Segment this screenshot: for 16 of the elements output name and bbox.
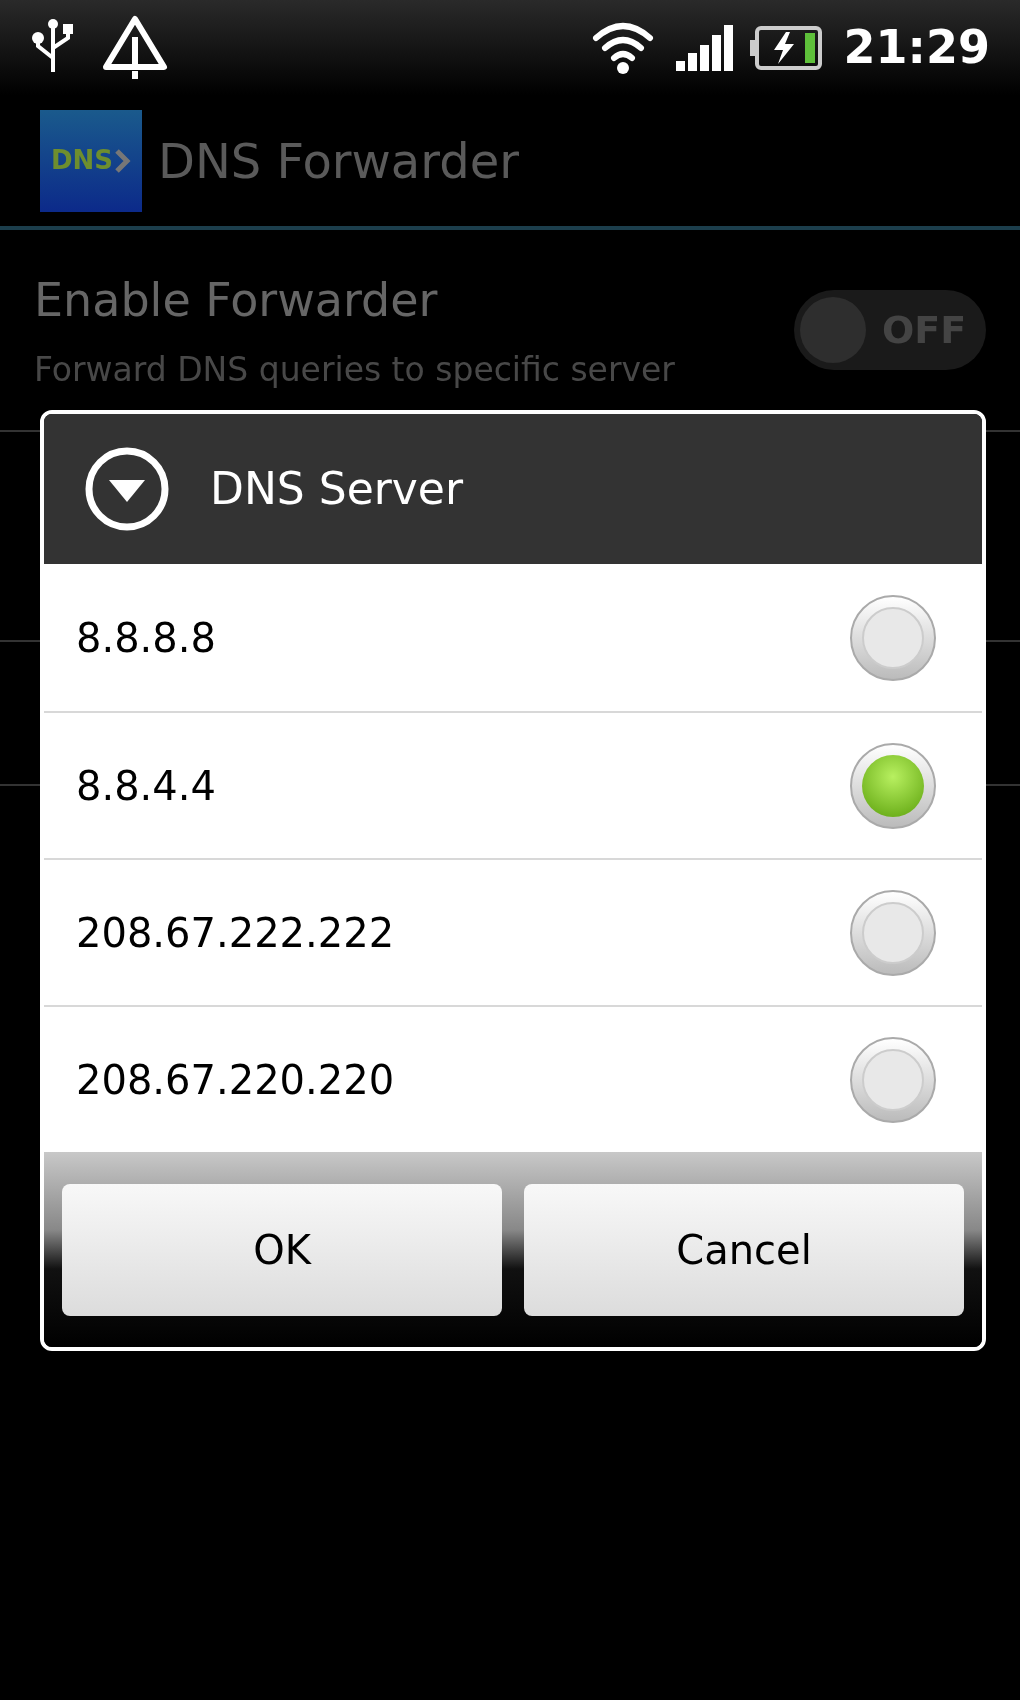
dropdown-icon <box>84 446 170 532</box>
setting-title: Enable Forwarder <box>34 271 439 329</box>
dialog-button[interactable]: OK <box>62 1183 502 1316</box>
dialog-button[interactable]: Cancel <box>524 1183 964 1316</box>
chevron-icon <box>115 148 132 173</box>
app-title: DNS Forwarder <box>158 131 519 191</box>
warning-icon <box>102 14 168 81</box>
setting-summary: Forward DNS queries to specific server <box>34 348 676 391</box>
app-logo: DNS <box>40 109 142 212</box>
dialog-title: DNS Server <box>210 462 463 516</box>
signal-icon <box>675 24 734 71</box>
server-option[interactable]: 8.8.8.8 <box>44 564 982 711</box>
server-option[interactable]: 208.67.222.222 <box>44 858 982 1005</box>
status-time: 21:29 <box>843 19 990 76</box>
server-option[interactable]: 8.8.4.4 <box>44 711 982 858</box>
battery-icon <box>749 25 822 70</box>
